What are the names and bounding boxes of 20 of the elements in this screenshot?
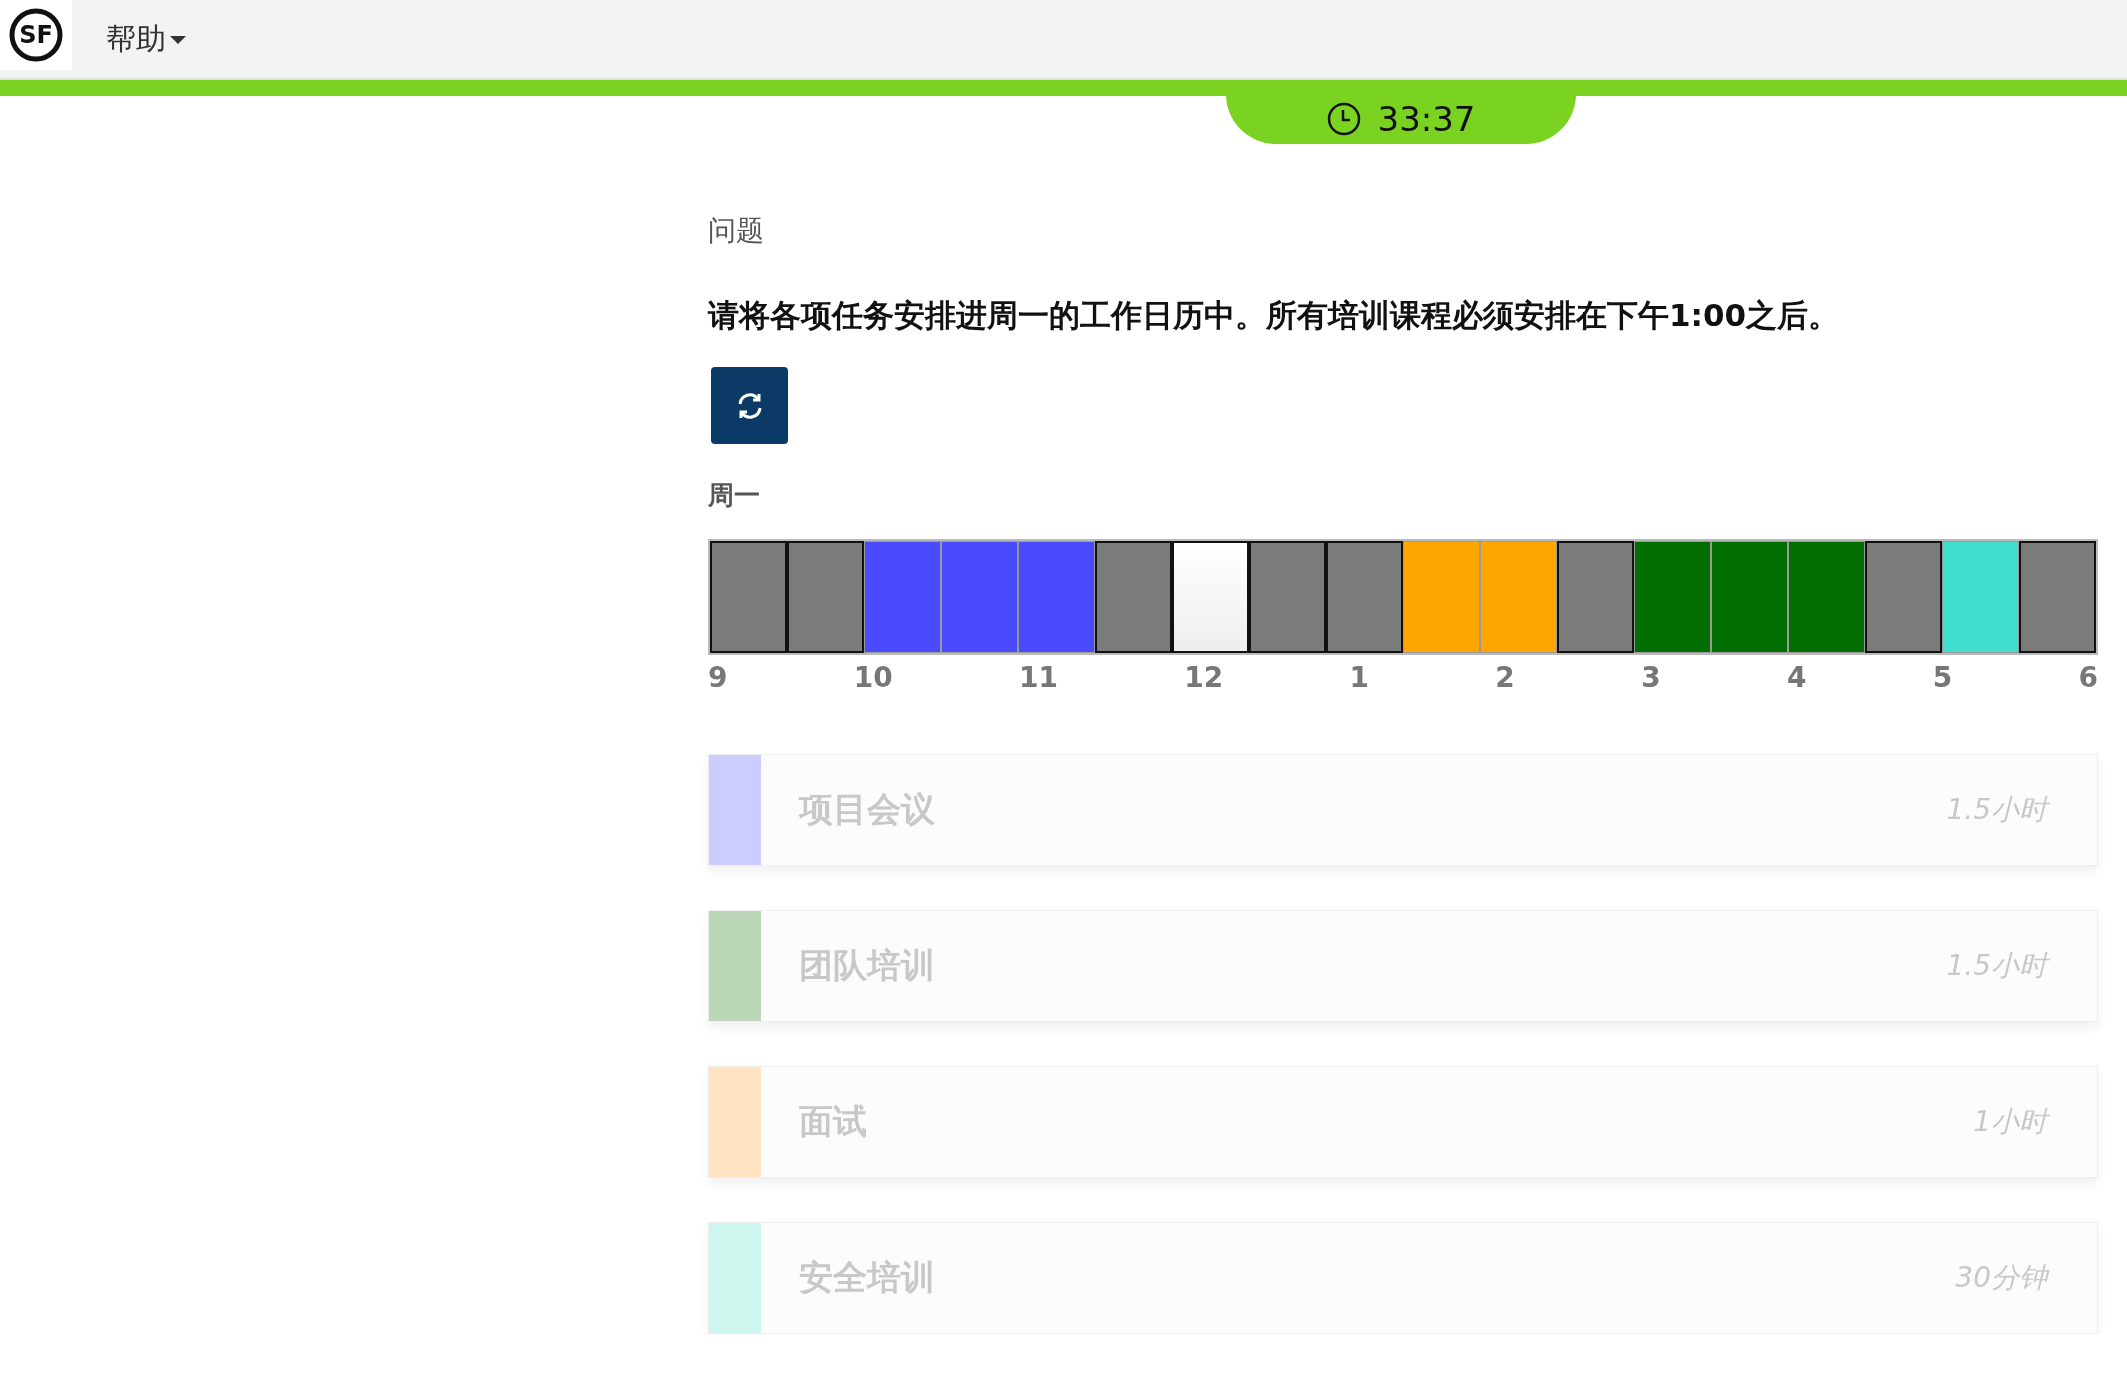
hour-label: 1 bbox=[1349, 661, 1370, 694]
logo-icon: SF bbox=[8, 7, 64, 63]
day-label: 周一 bbox=[708, 479, 761, 512]
section-label: 问题 bbox=[708, 213, 765, 249]
clock-icon bbox=[1325, 101, 1362, 137]
caret-icon bbox=[170, 34, 186, 44]
hour-label: 9 bbox=[708, 661, 728, 694]
hour-label: 10 bbox=[853, 661, 893, 694]
hour-label: 3 bbox=[1641, 661, 1661, 694]
hour-label: 5 bbox=[1932, 661, 1953, 694]
hour-label: 2 bbox=[1495, 661, 1515, 694]
hour-label: 11 bbox=[1019, 661, 1058, 694]
hour-label: 12 bbox=[1184, 661, 1224, 694]
hour-label: 6 bbox=[2078, 661, 2098, 694]
help-menu[interactable]: 帮助 bbox=[106, 18, 186, 60]
timer-text: 33:37 bbox=[1377, 99, 1476, 139]
hour-label: 4 bbox=[1786, 661, 1807, 694]
question-text: 请将各项任务安排进周一的工作日历中。所有培训课程必须安排在下午1:00之后。 bbox=[708, 296, 1841, 335]
refresh-button[interactable] bbox=[711, 367, 788, 444]
time-slot[interactable] bbox=[1172, 541, 1249, 653]
